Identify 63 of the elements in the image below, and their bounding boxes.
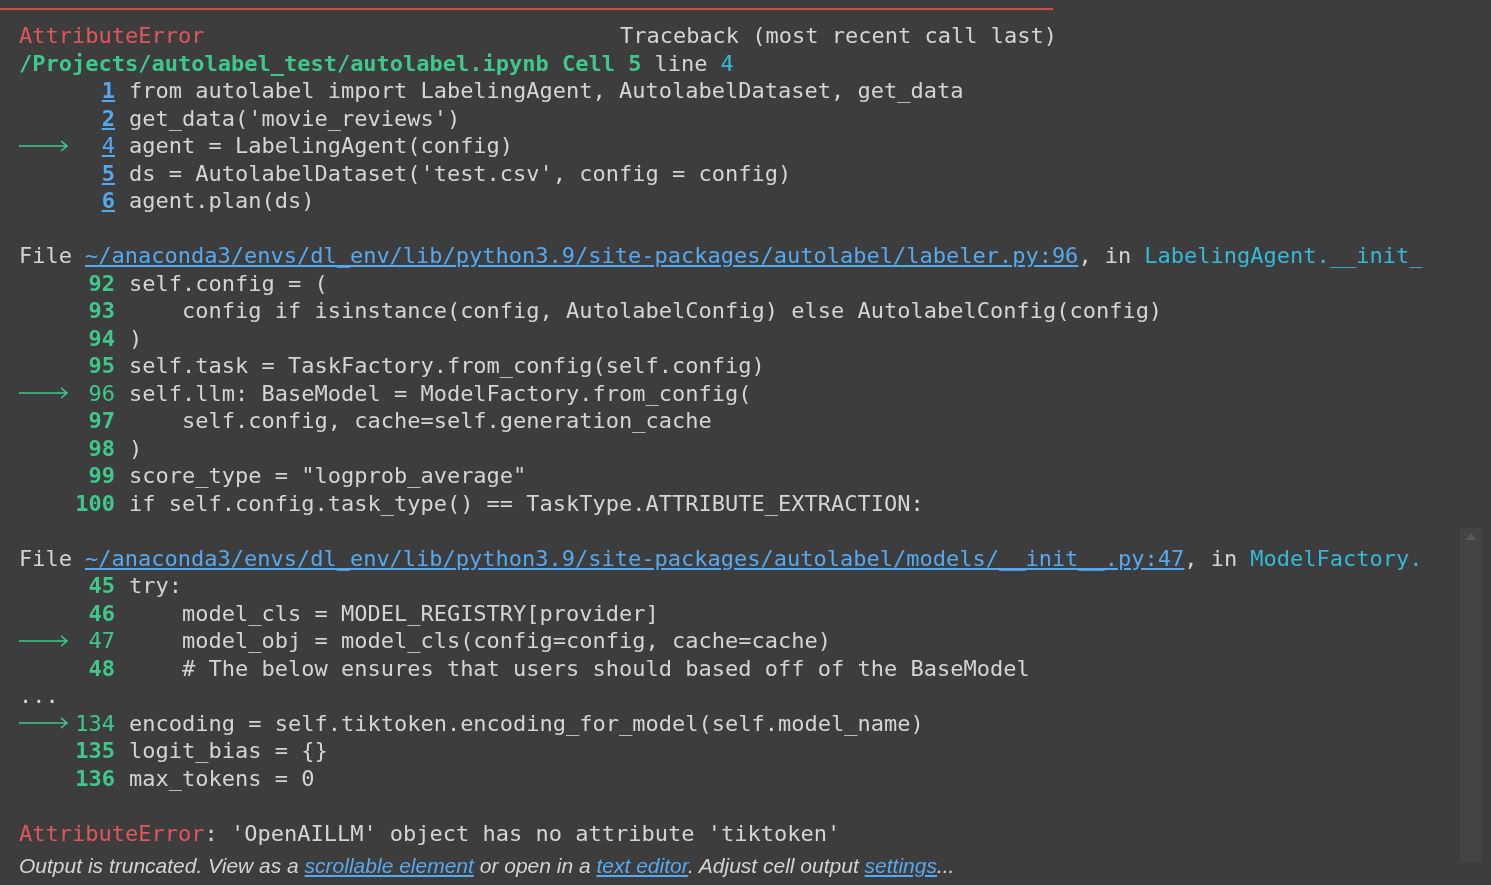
code-line: agent = LabelingAgent(config) [129,132,514,160]
footer-link[interactable]: scrollable element [304,854,474,877]
line-number: 4 [720,49,734,77]
line-number-link[interactable]: 1 [101,77,115,105]
traceback-title: Traceback (most recent call last) [619,22,1057,50]
line-number: 95 [88,352,115,380]
in-label: , in [1078,242,1132,270]
code-line: from autolabel import LabelingAgent, AutolabelDataset, get_data [129,77,964,105]
line-number-link[interactable]: 4 [101,132,115,160]
code-line: encoding = self.tiktoken.encoding_for_model(self.model_name) [129,709,924,737]
line-number: 98 [88,434,115,462]
error-message: : 'OpenAILLM' object has no attribute 'tiktoken' [204,819,841,847]
code-line: max_tokens = 0 [129,764,315,792]
code-line: ) [129,434,143,462]
truncation-notice: Output is truncated. View as a scrollable element or open in a text editor. Adjust cell output settings... [19,854,956,878]
file-label: File [19,544,72,572]
code-line: self.llm: BaseModel = ModelFactory.from_config( [129,379,752,407]
error-name: AttributeError [19,22,205,50]
line-number: 92 [88,269,115,297]
in-label: , in [1184,544,1238,572]
line-number-link[interactable]: 6 [101,187,115,215]
footer-link[interactable]: text editor [596,854,688,877]
error-name: AttributeError [19,819,205,847]
code-line: model_obj = model_cls(config=config, cache=cache) [180,627,831,655]
code-line: self.config, cache=self.generation_cache [180,407,712,435]
code-line: self.config = ( [129,269,328,297]
file-label: File [19,242,72,270]
line-number: 93 [88,297,115,325]
code-line: if self.config.task_type() == TaskType.ATTRIBUTE_EXTRACTION: [129,489,924,517]
scrollbar[interactable] [1460,528,1482,863]
cell-link[interactable]: /Projects/autolabel_test/autolabel.ipynb Cell 5 [19,49,642,77]
file-path-link[interactable]: ~/anaconda3/envs/dl_env/lib/python3.9/site-packages/autolabel/labeler.py:96 [85,242,1079,270]
line-number: 99 [88,462,115,490]
file-path-link[interactable]: ~/anaconda3/envs/dl_env/lib/python3.9/site-packages/autolabel/models/__init__.py:47 [85,544,1185,572]
line-number: 94 [88,324,115,352]
code-line: config if isinstance(config, AutolabelConfig) else AutolabelConfig(config) [180,297,1163,325]
code-line: try: [129,572,182,600]
line-number: 136 [75,764,115,792]
footer-link[interactable]: settings [864,854,937,877]
line-number-link[interactable]: 2 [101,104,115,132]
line-number: 46 [88,599,115,627]
line-number: 134 [75,709,115,737]
line-number: 47 [88,627,115,655]
line-number: 97 [88,407,115,435]
code-line: agent.plan(ds) [129,187,315,215]
line-label: line [654,49,708,77]
ellipsis: ... [19,682,59,710]
line-number: 48 [88,654,115,682]
code-line: self.task = TaskFactory.from_config(self.config) [129,352,765,380]
code-line: logit_bias = {} [129,737,328,765]
function-name: LabelingAgent.__init_ [1144,242,1423,270]
line-number: 45 [88,572,115,600]
line-number: 96 [88,379,115,407]
function-name: ModelFactory. [1250,544,1423,572]
code-line: ds = AutolabelDataset('test.csv', config = config) [129,159,792,187]
code-line: score_type = "logprob_average" [129,462,527,490]
code-line: ) [129,324,143,352]
code-line: # The below ensures that users should based off of the BaseModel [180,654,1030,682]
code-line: get_data('movie_reviews') [129,104,461,132]
line-number: 135 [75,737,115,765]
code-line: model_cls = MODEL_REGISTRY[provider] [180,599,659,627]
line-number: 100 [75,489,115,517]
line-number-link[interactable]: 5 [101,159,115,187]
